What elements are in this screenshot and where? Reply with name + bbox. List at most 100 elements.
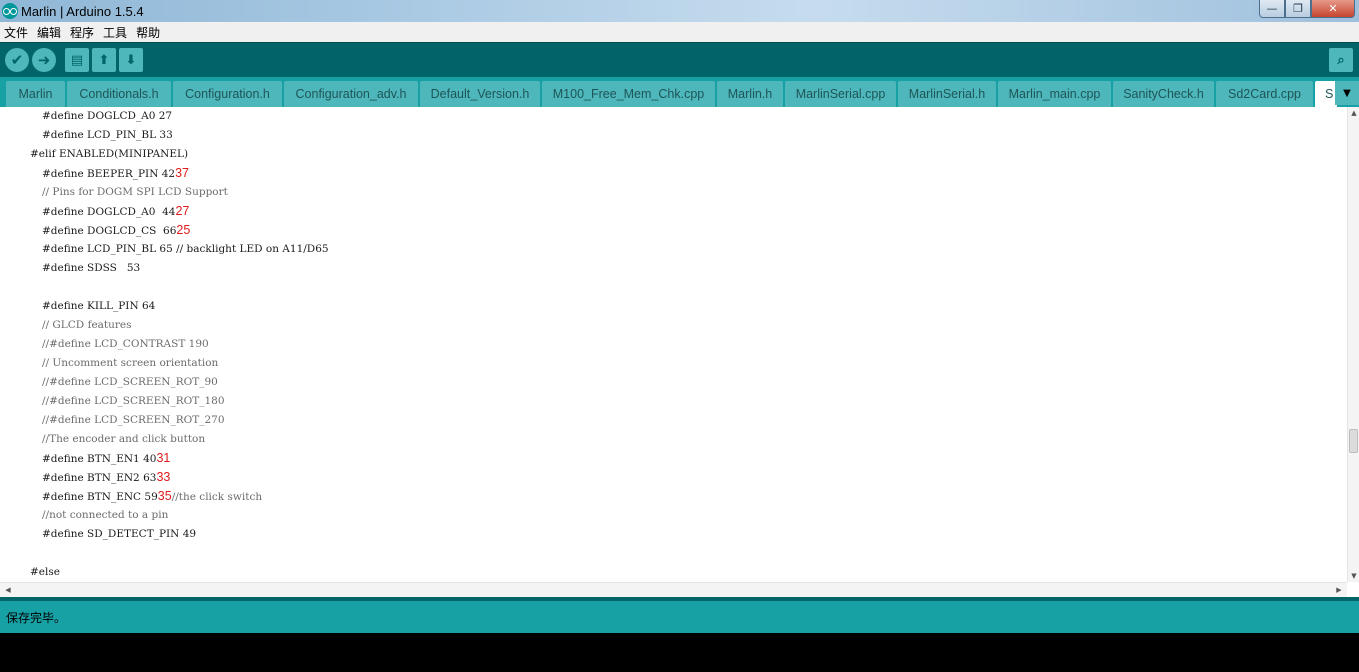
code-editor[interactable]: #define DOGLCD_A0 27 #define LCD_PIN_BL 3… <box>0 107 1359 597</box>
tab-conditionals[interactable]: Conditionals.h <box>67 81 171 107</box>
new-sketch-button[interactable]: ▤ <box>65 48 89 72</box>
tab-marlin[interactable]: Marlin <box>6 81 65 107</box>
code-line: #define BTN_ENC 5935//the click switch <box>42 487 262 506</box>
menu-bar: 文件 编辑 程序 工具 帮助 <box>0 22 1359 42</box>
status-bar: 保存完毕。 <box>0 601 1359 633</box>
menu-file[interactable]: 文件 <box>4 24 28 41</box>
handwritten-annotation: 25 <box>176 223 191 237</box>
code-line: #define SD_DETECT_PIN 49 <box>42 525 196 544</box>
code-line: // GLCD features <box>42 316 132 335</box>
scroll-right-icon[interactable]: ▶ <box>1333 583 1345 597</box>
code-line: #else <box>30 563 60 582</box>
code-text: #define BTN_ENC 59 <box>42 491 158 503</box>
menu-sketch[interactable]: 程序 <box>70 24 94 41</box>
tab-marlinserial-h[interactable]: MarlinSerial.h <box>898 81 996 107</box>
arduino-logo-icon <box>2 3 18 19</box>
code-text: #define DOGLCD_A0 27 <box>42 110 173 122</box>
arrow-down-icon: ⬇ <box>125 52 137 68</box>
code-text: #elif ENABLED(MINIPANEL) <box>30 148 189 160</box>
window-title: Marlin | Arduino 1.5.4 <box>21 3 144 19</box>
handwritten-annotation: 27 <box>175 204 190 218</box>
vertical-scrollbar[interactable]: ▲ ▼ <box>1347 107 1359 582</box>
code-line: // Uncomment screen orientation <box>42 354 218 373</box>
code-text: //The encoder and click button <box>42 433 206 445</box>
arrow-right-icon: ➜ <box>37 51 51 69</box>
code-text: // GLCD features <box>42 319 132 331</box>
code-line: // Pins for DOGM SPI LCD Support <box>42 183 228 202</box>
triangle-down-icon: ▼ <box>1343 87 1351 99</box>
code-line: //#define LCD_SCREEN_ROT_270 <box>42 411 225 430</box>
tab-default-version[interactable]: Default_Version.h <box>420 81 540 107</box>
scroll-down-icon[interactable]: ▼ <box>1348 570 1359 582</box>
maximize-button[interactable]: ❐ <box>1285 0 1311 18</box>
code-line: #elif ENABLED(MINIPANEL) <box>30 145 188 164</box>
code-line: #define DOGLCD_A0 4427 <box>42 202 189 221</box>
open-sketch-button[interactable]: ⬆ <box>92 48 116 72</box>
magnifier-icon: ⌕ <box>1337 52 1345 68</box>
code-line: #define DOGLCD_A0 27 <box>42 107 172 126</box>
handwritten-annotation: 35 <box>157 489 172 503</box>
scroll-up-icon[interactable]: ▲ <box>1348 107 1359 119</box>
tab-marlin-h[interactable]: Marlin.h <box>717 81 783 107</box>
horizontal-scrollbar[interactable]: ◀ ▶ <box>0 582 1347 597</box>
menu-help[interactable]: 帮助 <box>136 24 160 41</box>
close-button[interactable]: ✕ <box>1311 0 1355 18</box>
code-line: #define SDSS 53 <box>42 259 140 278</box>
tab-configuration-adv[interactable]: Configuration_adv.h <box>284 81 418 107</box>
code-text: #define SDSS 53 <box>42 262 141 274</box>
code-text: #define BTN_EN2 63 <box>42 472 157 484</box>
new-file-icon: ▤ <box>70 52 84 68</box>
tab-sanitycheck[interactable]: SanityCheck.h <box>1113 81 1214 107</box>
code-line: #define BTN_EN1 4031 <box>42 449 170 468</box>
code-text: #define KILL_PIN 64 <box>42 300 156 312</box>
handwritten-annotation: 37 <box>175 166 189 180</box>
code-line: #define LCD_PIN_BL 65 // backlight LED o… <box>42 240 329 259</box>
code-line: //#define LCD_CONTRAST 190 <box>42 335 209 354</box>
code-text: //#define LCD_SCREEN_ROT_180 <box>42 395 225 407</box>
code-line: #define KILL_PIN 64 <box>42 297 155 316</box>
code-line: //The encoder and click button <box>42 430 205 449</box>
title-bar: Marlin | Arduino 1.5.4 — ❐ ✕ <box>0 0 1359 22</box>
menu-tools[interactable]: 工具 <box>103 24 127 41</box>
console-output[interactable] <box>0 633 1359 672</box>
menu-edit[interactable]: 编辑 <box>37 24 61 41</box>
arrow-up-icon: ⬆ <box>98 52 110 68</box>
tabs-bar: Marlin Conditionals.h Configuration.h Co… <box>0 77 1359 107</box>
status-message: 保存完毕。 <box>6 610 67 625</box>
inline-comment: //the click switch <box>171 491 263 503</box>
code-line: #define BTN_EN2 6333 <box>42 468 170 487</box>
serial-monitor-button[interactable]: ⌕ <box>1329 48 1353 72</box>
vertical-scroll-thumb[interactable] <box>1349 429 1358 453</box>
verify-button[interactable]: ✔ <box>5 48 29 72</box>
tab-marlinserial-cpp[interactable]: MarlinSerial.cpp <box>785 81 896 107</box>
checkmark-icon: ✔ <box>10 51 24 69</box>
upload-button[interactable]: ➜ <box>32 48 56 72</box>
tab-sd2card[interactable]: Sd2Card.cpp <box>1216 81 1313 107</box>
minimize-button[interactable]: — <box>1259 0 1285 18</box>
handwritten-annotation: 31 <box>156 451 171 465</box>
tab-configuration[interactable]: Configuration.h <box>173 81 282 107</box>
code-text: //#define LCD_CONTRAST 190 <box>42 338 209 350</box>
code-line: #define LCD_PIN_BL 33 <box>42 126 173 145</box>
code-text: #define DOGLCD_CS 66 <box>42 225 177 237</box>
code-text: #define LCD_PIN_BL 33 <box>42 129 173 141</box>
handwritten-annotation: 33 <box>156 470 171 484</box>
code-text: //#define LCD_SCREEN_ROT_270 <box>42 414 225 426</box>
code-text: #define LCD_PIN_BL 65 // backlight LED o… <box>42 243 329 255</box>
code-text: //#define LCD_SCREEN_ROT_90 <box>42 376 218 388</box>
code-text: #define DOGLCD_A0 44 <box>42 206 176 218</box>
tab-menu-button[interactable]: ▼ <box>1335 81 1359 105</box>
code-text: #define BEEPER_PIN 42 <box>42 168 176 180</box>
code-line: #define DOGLCD_CS 6625 <box>42 221 190 240</box>
code-text: #define BTN_EN1 40 <box>42 453 157 465</box>
tab-current[interactable]: S <box>1315 81 1337 107</box>
tab-m100-free-mem[interactable]: M100_Free_Mem_Chk.cpp <box>542 81 715 107</box>
code-text: #else <box>30 566 60 578</box>
code-line: //#define LCD_SCREEN_ROT_90 <box>42 373 218 392</box>
window-controls: — ❐ ✕ <box>1259 0 1355 19</box>
tab-marlin-main[interactable]: Marlin_main.cpp <box>998 81 1111 107</box>
code-line: //not connected to a pin <box>42 506 168 525</box>
scroll-left-icon[interactable]: ◀ <box>2 583 14 597</box>
save-sketch-button[interactable]: ⬇ <box>119 48 143 72</box>
toolbar: ✔ ➜ ▤ ⬆ ⬇ ⌕ <box>0 42 1359 77</box>
